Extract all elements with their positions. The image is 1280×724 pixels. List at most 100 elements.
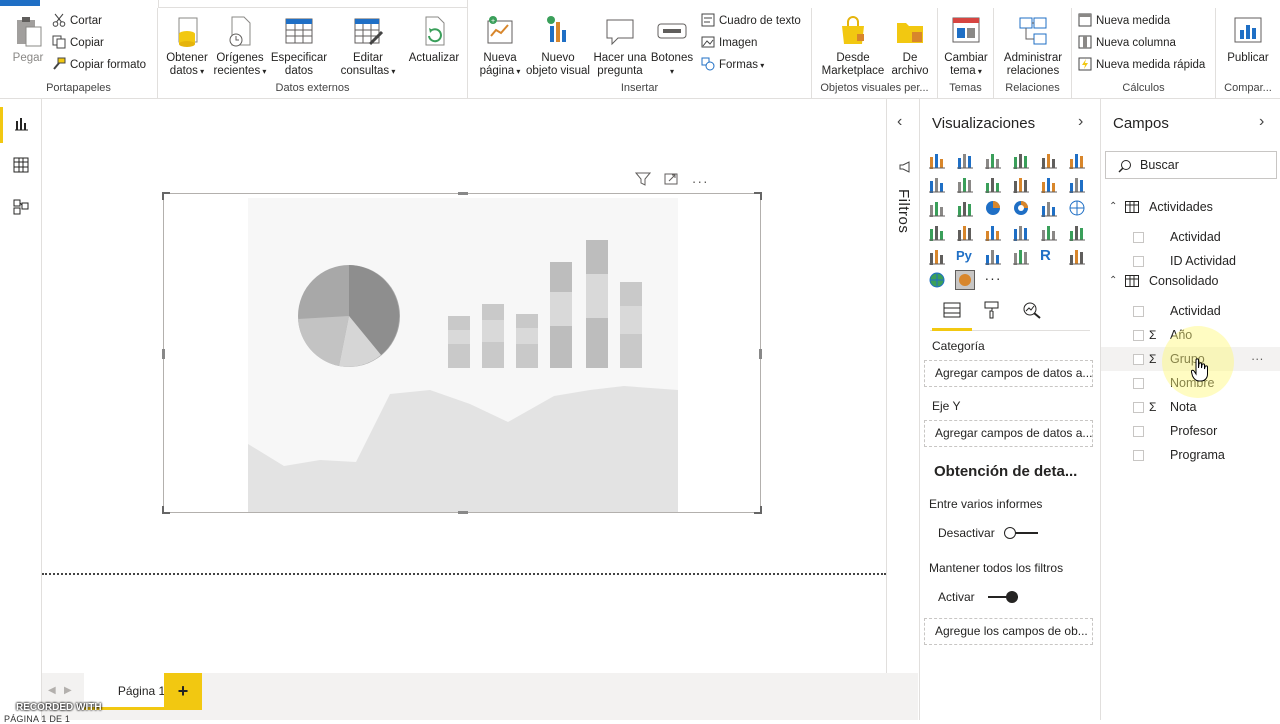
placeholder-visual[interactable]: [162, 192, 762, 514]
fields-search-box[interactable]: [1105, 151, 1277, 179]
refresh-button[interactable]: Actualizar: [406, 14, 462, 65]
image-button[interactable]: Imagen: [701, 33, 757, 53]
100pct-column-visual-icon[interactable]: [1068, 151, 1086, 169]
resize-handle-right[interactable]: [759, 349, 762, 359]
page-scroll-arrows[interactable]: ◀ ▶: [48, 685, 72, 696]
copy-button[interactable]: Copiar: [52, 33, 104, 53]
resize-handle-left[interactable]: [162, 349, 165, 359]
switch-theme-button[interactable]: Cambiar tema ▾: [942, 14, 990, 78]
get-data-button[interactable]: Obtener datos ▾: [162, 14, 212, 78]
field-row[interactable]: Profesor: [1101, 419, 1280, 443]
field-more-options-icon[interactable]: ···: [1251, 347, 1264, 371]
field-checkbox[interactable]: [1133, 378, 1144, 389]
clustered-column-visual-icon[interactable]: [1012, 151, 1030, 169]
resize-handle-top-right[interactable]: [754, 192, 762, 200]
resize-handle-bottom-right[interactable]: [754, 506, 762, 514]
new-column-button[interactable]: Nueva columna: [1078, 33, 1176, 53]
line-clustered-column-visual-icon[interactable]: [1040, 175, 1058, 193]
format-tab[interactable]: [972, 301, 1012, 331]
stacked-bar-visual-icon[interactable]: [928, 151, 946, 169]
matrix-visual-icon[interactable]: [1012, 247, 1030, 265]
field-row[interactable]: Σ Año: [1101, 323, 1280, 347]
pie-visual-icon[interactable]: [984, 199, 1002, 217]
collapse-chevron-icon[interactable]: ⌃: [1109, 197, 1117, 217]
resize-handle-bottom[interactable]: [458, 511, 468, 514]
home-tab[interactable]: [158, 0, 468, 8]
expand-filters-chevron-icon[interactable]: ‹: [897, 113, 902, 131]
field-checkbox[interactable]: [1133, 306, 1144, 317]
buttons-button[interactable]: Botones ▾: [648, 14, 696, 78]
collapse-chevron-icon[interactable]: ⌃: [1109, 271, 1117, 291]
focus-mode-icon[interactable]: [664, 172, 678, 189]
resize-handle-top[interactable]: [458, 192, 468, 195]
ask-question-button[interactable]: Hacer una pregunta: [592, 14, 648, 78]
active-file-tab[interactable]: [0, 0, 40, 6]
key-influencers-visual-icon[interactable]: [1068, 247, 1086, 265]
field-checkbox[interactable]: [1133, 426, 1144, 437]
add-page-button[interactable]: +: [164, 673, 202, 710]
field-row[interactable]: ID Actividad: [1101, 249, 1280, 273]
stacked-column-visual-icon[interactable]: [956, 151, 974, 169]
100pct-bar-visual-icon[interactable]: [1040, 151, 1058, 169]
kpi-visual-icon[interactable]: [1068, 223, 1086, 241]
report-view-button[interactable]: [0, 103, 42, 143]
slicer-visual-icon[interactable]: [928, 247, 946, 265]
manage-relationships-button[interactable]: Administrar relaciones: [1000, 14, 1066, 78]
from-marketplace-button[interactable]: Desde Marketplace: [818, 14, 888, 78]
field-row[interactable]: Σ Nota: [1101, 395, 1280, 419]
scatter-visual-icon[interactable]: [956, 199, 974, 217]
text-box-button[interactable]: Cuadro de texto: [701, 11, 801, 31]
ribbon-visual-icon[interactable]: [1068, 175, 1086, 193]
more-visual-icon[interactable]: ···: [984, 271, 1002, 289]
shapes-button[interactable]: Formas ▾: [701, 55, 764, 75]
filter-icon[interactable]: [634, 172, 652, 189]
card-visual-icon[interactable]: [1012, 223, 1030, 241]
table-visual-icon[interactable]: [984, 247, 1002, 265]
area-visual-icon[interactable]: [956, 175, 974, 193]
donut-visual-icon[interactable]: [1012, 199, 1030, 217]
report-canvas[interactable]: [42, 99, 886, 673]
new-quick-measure-button[interactable]: Nueva medida rápida: [1078, 55, 1205, 75]
field-row[interactable]: Programa: [1101, 443, 1280, 467]
y-axis-drop-zone[interactable]: Agregar campos de datos a...: [924, 420, 1093, 447]
funnel-visual-icon[interactable]: [956, 223, 974, 241]
publish-button[interactable]: Publicar: [1222, 14, 1274, 65]
resize-handle-bottom-left[interactable]: [162, 506, 170, 514]
field-checkbox[interactable]: [1133, 232, 1144, 243]
paste-button[interactable]: Pegar: [8, 14, 48, 65]
field-checkbox[interactable]: [1133, 450, 1144, 461]
line-visual-icon[interactable]: [928, 175, 946, 193]
waterfall-visual-icon[interactable]: [928, 199, 946, 217]
treemap-visual-icon[interactable]: [1040, 199, 1058, 217]
collapse-visualizations-chevron-icon[interactable]: ›: [1078, 113, 1083, 131]
custom-visual-visual-icon[interactable]: [955, 270, 975, 290]
collapse-fields-chevron-icon[interactable]: ›: [1259, 113, 1264, 131]
python-visual-icon[interactable]: Py: [956, 247, 974, 265]
clustered-bar-visual-icon[interactable]: [984, 151, 1002, 169]
filled-map-visual-icon[interactable]: [928, 223, 946, 241]
field-checkbox[interactable]: [1133, 330, 1144, 341]
line-column-visual-icon[interactable]: [1012, 175, 1030, 193]
cross-report-toggle[interactable]: [1004, 527, 1042, 539]
more-options-icon[interactable]: ···: [692, 173, 709, 189]
field-row[interactable]: Actividad: [1101, 299, 1280, 323]
multi-row-card-visual-icon[interactable]: [1040, 223, 1058, 241]
gauge-visual-icon[interactable]: [984, 223, 1002, 241]
model-view-button[interactable]: [0, 187, 42, 227]
filters-pane-collapsed[interactable]: ‹ Filtros: [886, 99, 919, 673]
from-file-button[interactable]: De archivo: [888, 14, 932, 78]
arcgis-visual-icon[interactable]: [928, 271, 946, 289]
new-measure-button[interactable]: Nueva medida: [1078, 11, 1170, 31]
category-drop-zone[interactable]: Agregar campos de datos a...: [924, 360, 1093, 387]
format-painter-button[interactable]: Copiar formato: [52, 55, 146, 75]
drillthrough-drop-zone[interactable]: Agregue los campos de ob...: [924, 618, 1093, 645]
field-checkbox[interactable]: [1133, 256, 1144, 267]
field-checkbox[interactable]: [1133, 354, 1144, 365]
edit-queries-button[interactable]: Editar consultas ▾: [336, 14, 400, 78]
r-script-visual-icon[interactable]: R: [1040, 247, 1058, 265]
new-visual-button[interactable]: Nuevo objeto visual: [524, 14, 592, 78]
data-view-button[interactable]: [0, 145, 42, 185]
stacked-area-visual-icon[interactable]: [984, 175, 1002, 193]
fields-search-input[interactable]: [1140, 156, 1270, 174]
new-page-button[interactable]: + Nueva página ▾: [472, 14, 528, 78]
